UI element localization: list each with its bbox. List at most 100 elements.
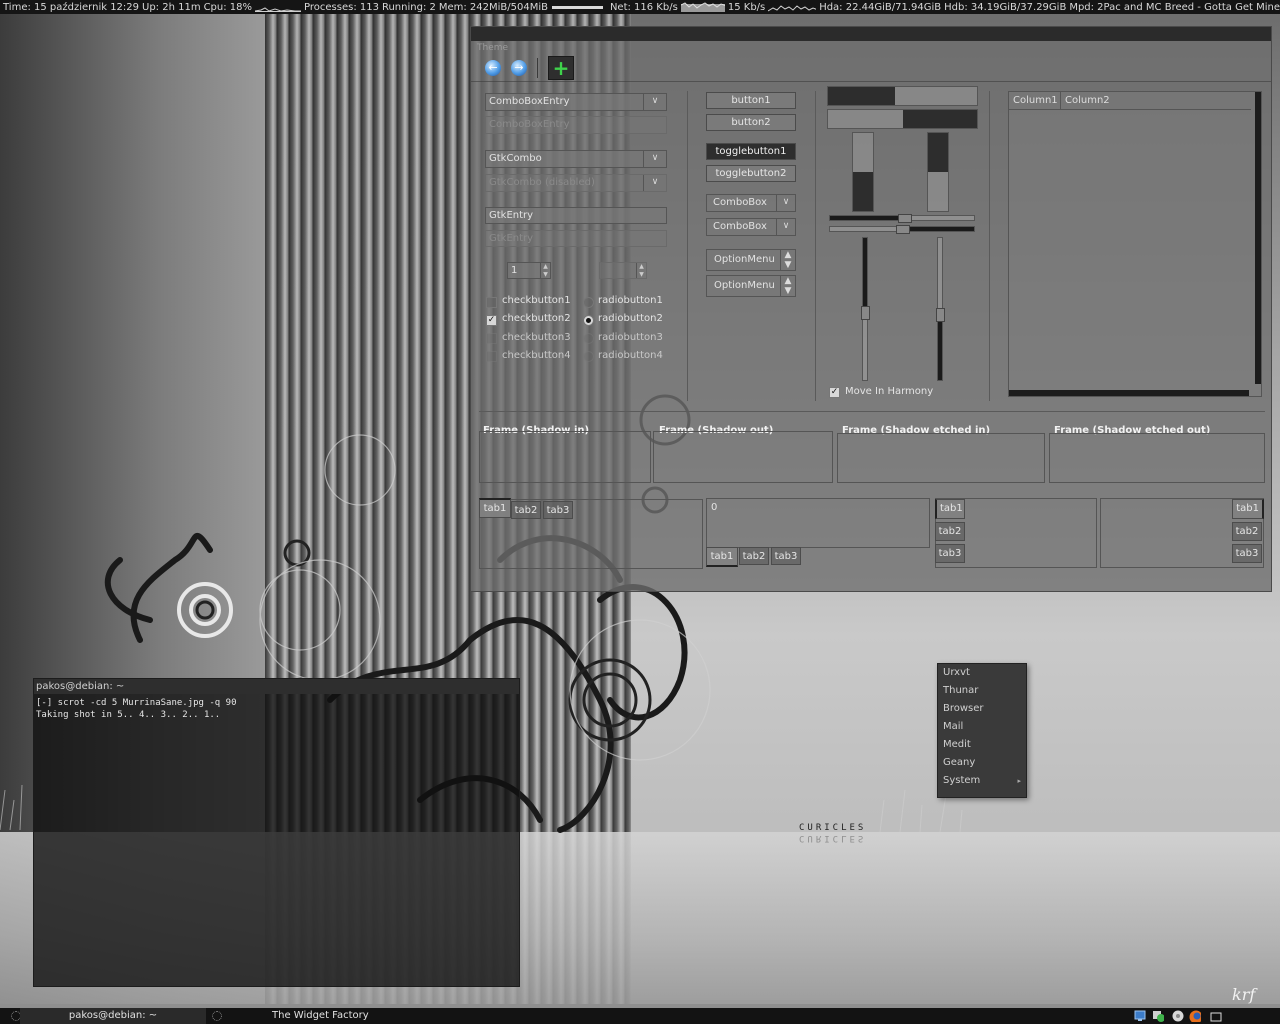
chevron-down-icon[interactable]: ∨ <box>776 219 795 235</box>
updown-arrows-icon[interactable]: ▲ ▼ <box>780 276 795 296</box>
column2-header[interactable]: Column2 <box>1061 92 1251 110</box>
notebook-top-tab1[interactable]: tab1 <box>479 498 511 518</box>
column1-header[interactable]: Column1 <box>1009 92 1061 110</box>
notebook-top-tab3[interactable]: tab3 <box>543 501 573 519</box>
menu-item-urxvt[interactable]: Urxvt <box>938 664 1026 682</box>
horizontal-scrollbar[interactable] <box>1009 390 1249 396</box>
spin-button-disabled: ▲ ▼ <box>599 262 647 279</box>
chevron-down-icon[interactable]: ∨ <box>643 151 666 167</box>
terminal-window[interactable]: pakos@debian: ~ [-] scrot -cd 5 MurrinaS… <box>33 678 520 987</box>
menu-item-browser[interactable]: Browser <box>938 700 1026 718</box>
radiobutton2-circle[interactable] <box>583 315 594 326</box>
vscale-1[interactable] <box>861 237 870 381</box>
radiobutton3-label: radiobutton3 <box>598 332 663 343</box>
optionmenu-1[interactable]: OptionMenu ▲ ▼ <box>706 249 796 271</box>
hscale-2-handle[interactable] <box>896 225 910 234</box>
togglebutton1[interactable]: togglebutton1 <box>706 143 796 160</box>
button1[interactable]: button1 <box>706 92 796 109</box>
conky-cpu: Cpu: 18% <box>203 1 253 13</box>
updown-arrows-icon[interactable]: ▲ ▼ <box>780 250 795 270</box>
checkbutton1-box[interactable] <box>486 297 497 308</box>
task-terminal[interactable]: pakos@debian: ~ <box>20 1008 206 1024</box>
menu-item-geany[interactable]: Geany <box>938 754 1026 772</box>
notebook-bottom-tab1[interactable]: tab1 <box>706 547 738 567</box>
hscale-1-handle[interactable] <box>898 214 912 223</box>
notebook-right-tab1[interactable]: tab1 <box>1232 499 1264 519</box>
gtk-combo[interactable]: GtkCombo ∨ <box>485 150 667 168</box>
network-icon[interactable] <box>1134 1010 1146 1022</box>
vertical-scrollbar[interactable] <box>1255 92 1261 384</box>
back-arrow-icon[interactable]: ← <box>485 60 501 76</box>
volume-icon[interactable] <box>1172 1010 1184 1022</box>
root-popup-menu: Urxvt Thunar Browser Mail Medit Geany Sy… <box>937 663 1027 798</box>
task-widget-factory[interactable]: The Widget Factory <box>272 1008 472 1024</box>
menu-item-system-label: System <box>943 775 981 786</box>
vscale-1-handle[interactable] <box>861 306 870 320</box>
hscale-1[interactable] <box>829 214 975 223</box>
notebook-bottom-tab2[interactable]: tab2 <box>739 547 769 565</box>
radiobutton4-circle <box>583 351 594 362</box>
terminal-output[interactable]: [-] scrot -cd 5 MurrinaSane.jpg -q 90 Tak… <box>34 694 519 721</box>
combobox-2-text: ComboBox <box>713 221 767 232</box>
wallpaper-logo-reflection: CURICLES <box>799 833 867 843</box>
frame-shadow-out <box>653 431 833 483</box>
progress-fill <box>928 133 948 172</box>
notebook-right-tab3[interactable]: tab3 <box>1232 544 1262 563</box>
combobox-2[interactable]: ComboBox ∨ <box>706 218 796 236</box>
menu-item-mail[interactable]: Mail <box>938 718 1026 736</box>
radiobutton2-label[interactable]: radiobutton2 <box>598 313 663 325</box>
checkbutton1-label[interactable]: checkbutton1 <box>502 295 571 307</box>
window-titlebar[interactable] <box>471 27 1271 41</box>
hscale-2[interactable] <box>829 225 975 234</box>
conky-mem: Mem: 242MiB/504MiB <box>438 1 549 13</box>
forward-arrow-icon[interactable]: → <box>511 60 527 76</box>
add-plus-icon[interactable]: + <box>548 56 574 80</box>
button2[interactable]: button2 <box>706 114 796 131</box>
notebook-left-tab1[interactable]: tab1 <box>935 499 965 519</box>
move-in-harmony-label[interactable]: Move In Harmony <box>845 386 933 398</box>
gtk-combo-disabled: GtkCombo (disabled) ∨ <box>485 174 667 192</box>
notebook-bottom-tab3[interactable]: tab3 <box>771 547 801 565</box>
move-in-harmony-checkbox[interactable]: ✓ <box>829 387 840 398</box>
optionmenu-2[interactable]: OptionMenu ▲ ▼ <box>706 275 796 297</box>
combobox-1[interactable]: ComboBox ∨ <box>706 194 796 212</box>
togglebutton2[interactable]: togglebutton2 <box>706 165 796 182</box>
vscale-fill <box>938 316 942 380</box>
radiobutton1-label[interactable]: radiobutton1 <box>598 295 663 307</box>
notebook-left-tab3[interactable]: tab3 <box>935 544 965 563</box>
gtk-entry[interactable]: GtkEntry <box>485 207 667 224</box>
conky-running: Running: 2 <box>381 1 436 13</box>
submenu-arrow-icon: ▸ <box>1017 777 1021 785</box>
update-icon[interactable] <box>1152 1010 1164 1022</box>
vscale-2[interactable] <box>936 237 945 381</box>
menu-item-thunar[interactable]: Thunar <box>938 682 1026 700</box>
checkbutton4-label: checkbutton4 <box>502 350 571 361</box>
terminal-title[interactable]: pakos@debian: ~ <box>34 679 519 694</box>
spin-arrows-icon[interactable]: ▲ ▼ <box>540 263 550 278</box>
checkbutton3-label: checkbutton3 <box>502 332 571 343</box>
checkbutton2-box[interactable]: ✓ <box>486 315 497 326</box>
task-spinner-icon <box>212 1011 222 1021</box>
chevron-down-icon[interactable]: ∨ <box>776 195 795 211</box>
chevron-down-icon[interactable]: ∨ <box>643 94 666 110</box>
show-desktop-icon[interactable] <box>1210 1010 1222 1022</box>
gtk-entry-text: GtkEntry <box>489 210 534 221</box>
tree-view[interactable]: Column1 Column2 <box>1008 91 1262 397</box>
menu-theme[interactable]: Theme <box>471 41 1271 55</box>
firefox-icon[interactable] <box>1189 1010 1201 1022</box>
optionmenu-1-text: OptionMenu <box>714 254 775 265</box>
spin-button[interactable]: 1 ▲ ▼ <box>507 262 551 279</box>
checkbutton2-label[interactable]: checkbutton2 <box>502 313 571 325</box>
notebook-right-tab2[interactable]: tab2 <box>1232 522 1262 541</box>
combobox-entry[interactable]: ComboBoxEntry ∨ <box>485 93 667 111</box>
notebook-left-tab2[interactable]: tab2 <box>935 522 965 541</box>
notebook-top-tab2[interactable]: tab2 <box>511 501 541 519</box>
gtk-entry-disabled: GtkEntry <box>485 230 667 247</box>
radiobutton1-circle[interactable] <box>583 297 594 308</box>
conky-uptime: Up: 2h 11m <box>142 1 201 13</box>
vscale-2-handle[interactable] <box>936 308 945 322</box>
conky-net: Net: 116 Kb/s <box>609 1 678 13</box>
hscale-fill <box>899 227 974 231</box>
menu-item-medit[interactable]: Medit <box>938 736 1026 754</box>
menu-item-system[interactable]: System ▸ <box>938 772 1026 790</box>
